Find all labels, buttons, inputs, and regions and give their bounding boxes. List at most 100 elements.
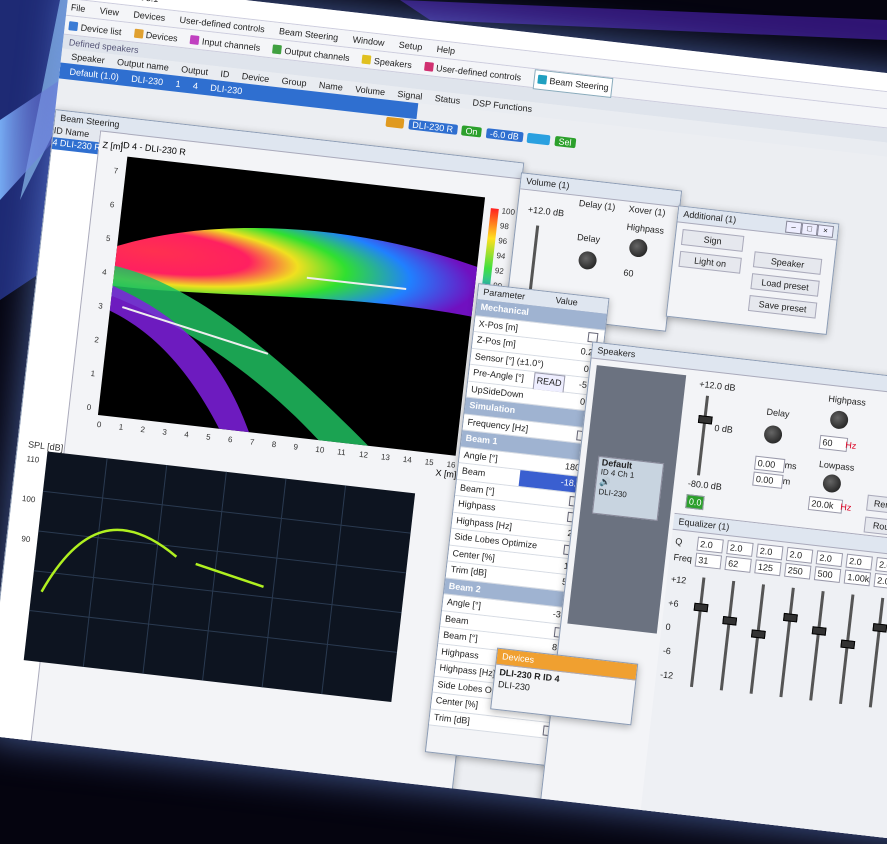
menu-help[interactable]: Help — [436, 44, 456, 56]
col-id: ID — [219, 68, 231, 80]
sp-lowpass-knob[interactable] — [821, 473, 842, 494]
eq-freq-field[interactable]: 500 — [813, 566, 842, 584]
menu-devices[interactable]: Devices — [133, 9, 166, 23]
volume-title: Volume (1) — [525, 175, 571, 191]
plot-title: ID 4 - DLI-230 R — [120, 140, 187, 157]
z-tick: 2 — [94, 335, 100, 345]
colorbar-tick: 92 — [494, 266, 504, 276]
sp-lowpass-value[interactable]: 20.0k — [807, 496, 844, 514]
param-name: UpSideDown — [470, 383, 525, 400]
list-col-name: Name — [64, 126, 90, 140]
menu-file[interactable]: File — [70, 2, 86, 14]
eq-band-thumb[interactable] — [693, 602, 709, 613]
eq-q-field[interactable]: 2.0 — [696, 536, 724, 554]
beam-steering-icon — [537, 74, 548, 85]
x-tick: 6 — [228, 435, 234, 445]
additional-window: Additional (1) – □ × Sign Light on Speak… — [665, 205, 840, 335]
rename-button[interactable]: Rename — [866, 494, 887, 516]
sp-delay-m[interactable]: 0.00 — [752, 471, 784, 489]
save-preset-button[interactable]: Save preset — [747, 294, 818, 319]
eq-band-thumb[interactable] — [783, 612, 798, 623]
eq-freq-field[interactable]: 31 — [694, 552, 723, 570]
eq-band-slider[interactable] — [749, 584, 766, 694]
eq-scale-label: +12 — [670, 573, 687, 586]
eq-band-thumb[interactable] — [872, 623, 887, 633]
highpass-knob[interactable] — [628, 238, 649, 259]
colorbar-tick: 100 — [501, 206, 516, 217]
sp-zero: 0 dB — [713, 422, 734, 435]
volume-cell[interactable]: -6.0 dB — [485, 128, 524, 143]
eq-freq-field[interactable]: 125 — [754, 559, 782, 577]
eq-scale-label: -6 — [662, 645, 672, 657]
menu-view[interactable]: View — [99, 6, 119, 18]
light-on-button[interactable]: Light on — [678, 250, 742, 274]
eq-grid: Q Freq 2.0 31 2.0 62 2.0 125 2.0 250 2.0 500 2.0 1.00… — [643, 530, 887, 822]
sp-hp-unit: Hz — [844, 439, 857, 451]
eq-q-label: Q — [674, 536, 683, 547]
eq-band-slider[interactable] — [689, 577, 706, 688]
beam-plot: ID 4 - DLI-230 R 1009896949290888684 012… — [86, 140, 516, 480]
eq-scale-label: -12 — [659, 669, 674, 681]
eq-band-thumb[interactable] — [811, 626, 827, 636]
x-tick: 11 — [337, 447, 347, 457]
param-name: Beam — [444, 613, 470, 626]
sp-on-indicator[interactable]: 0.0 — [685, 494, 705, 511]
eq-scale-label: +6 — [667, 597, 680, 609]
menu-window[interactable]: Window — [352, 34, 385, 48]
menu-setup[interactable]: Setup — [398, 40, 423, 53]
device-card[interactable]: Default ID 4 Ch 1 🔊 DLI-230 — [591, 455, 665, 521]
eq-band-thumb[interactable] — [750, 629, 766, 639]
colorbar-tick: 98 — [499, 221, 509, 231]
eq-freq-field[interactable]: 62 — [724, 555, 752, 573]
col-signal: Signal — [396, 88, 423, 102]
delay-knob[interactable] — [577, 250, 598, 271]
cell-device: DLI-230 — [209, 82, 243, 97]
col-group: Group — [281, 75, 308, 89]
minimize-button[interactable]: – — [785, 220, 803, 235]
on-button[interactable]: On — [461, 125, 483, 138]
eq-band-slider[interactable] — [779, 587, 795, 698]
param-name: Center [%] — [435, 695, 479, 710]
eq-band-thumb[interactable] — [722, 616, 738, 626]
close-button[interactable]: × — [816, 224, 835, 238]
dsp-sel-button[interactable]: Sel — [554, 135, 577, 149]
input-channels-icon — [189, 35, 200, 45]
spl-tick-90: 90 — [21, 534, 31, 544]
device-list-icon — [68, 21, 79, 32]
eq-q-field[interactable]: 2.0 — [875, 557, 887, 574]
user-defined-icon — [423, 61, 434, 72]
eq-band-slider[interactable] — [809, 591, 825, 701]
sp-fader[interactable] — [696, 395, 710, 476]
eq-freq-field[interactable]: 2.00k — [873, 572, 887, 590]
eq-freq-field[interactable]: 250 — [784, 562, 812, 580]
sign-button[interactable]: Sign — [680, 228, 745, 252]
group-cell[interactable] — [385, 116, 405, 129]
signal-meter — [526, 132, 551, 146]
sp-delay-knob[interactable] — [763, 424, 784, 445]
eq-band-slider[interactable] — [839, 594, 855, 705]
eq-q-field[interactable]: 2.0 — [726, 540, 754, 557]
eq-q-field[interactable]: 2.0 — [845, 553, 873, 571]
speaker-button[interactable]: Speaker — [752, 251, 823, 275]
param-name: Highpass — [440, 645, 480, 661]
sp-ms-unit: ms — [784, 460, 798, 472]
eq-q-field[interactable]: 2.0 — [756, 543, 784, 561]
col-name: Name — [318, 79, 344, 93]
x-tick: 10 — [315, 445, 325, 455]
eq-q-field[interactable]: 2.0 — [785, 546, 814, 564]
eq-q-field[interactable]: 2.0 — [815, 550, 844, 568]
sp-delay-ms[interactable]: 0.00 — [753, 455, 786, 473]
param-name: Center [%] — [452, 547, 496, 563]
eq-freq-field[interactable]: 1.00k — [843, 569, 872, 587]
param-name: Angle [°] — [463, 449, 499, 463]
maximize-button[interactable]: □ — [800, 222, 819, 237]
eq-band-slider[interactable] — [868, 597, 885, 708]
eq-band-thumb[interactable] — [840, 639, 856, 650]
param-name: Beam [°] — [459, 481, 496, 496]
eq-band-slider[interactable] — [719, 580, 736, 691]
sp-delay-label: Delay — [766, 406, 791, 420]
sp-min: -80.0 dB — [687, 478, 723, 493]
sp-highpass-knob[interactable] — [829, 409, 850, 430]
load-preset-button[interactable]: Load preset — [750, 273, 820, 297]
sp-fader-thumb[interactable] — [697, 414, 713, 425]
